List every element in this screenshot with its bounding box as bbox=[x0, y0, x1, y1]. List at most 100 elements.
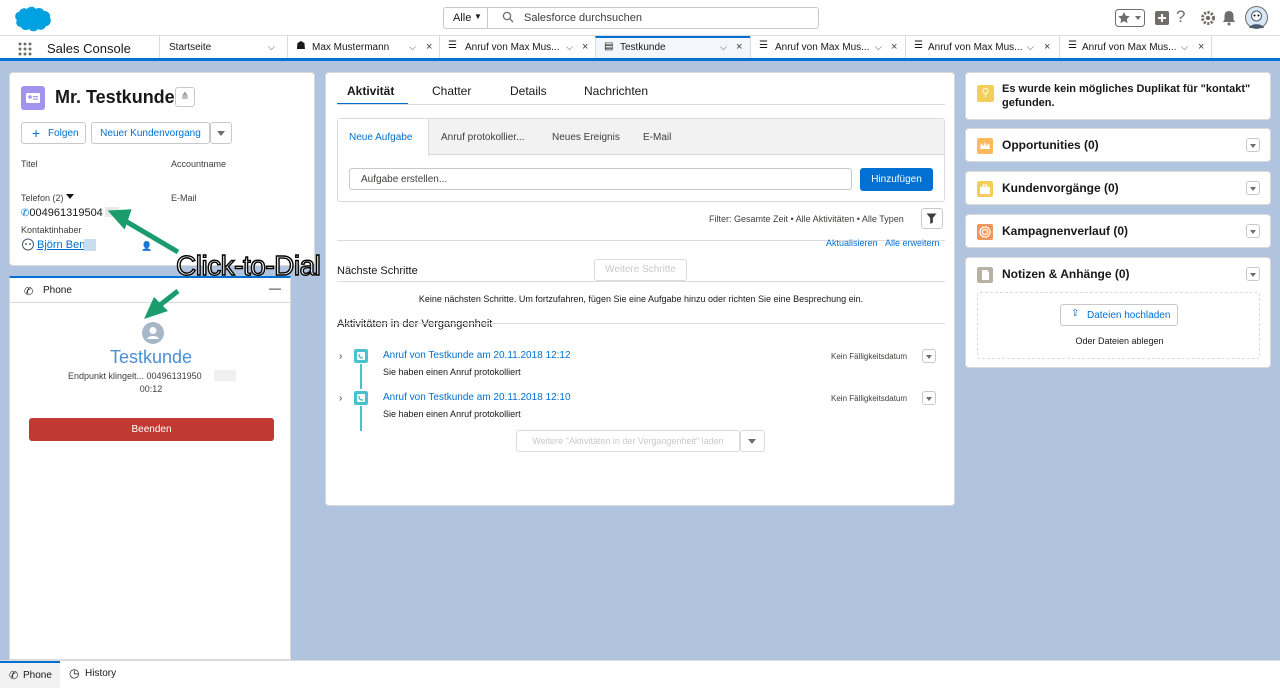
favorites-icon[interactable] bbox=[1115, 9, 1145, 27]
chevron-down-icon[interactable]: ⌵ bbox=[875, 42, 882, 53]
chevron-down-icon[interactable]: ⌵ bbox=[1181, 42, 1188, 53]
close-icon[interactable]: × bbox=[891, 41, 897, 53]
follow-button[interactable]: + Folgen bbox=[21, 122, 86, 144]
tab-anruf-3[interactable]: ☰ Anruf von Max Mus... ⌵ × bbox=[905, 36, 1059, 58]
chevron-down-icon[interactable]: ⌵ bbox=[409, 42, 416, 53]
utility-history[interactable]: ◷ History bbox=[60, 661, 128, 688]
tab-label: Testkunde bbox=[620, 42, 666, 53]
close-icon[interactable]: × bbox=[426, 41, 432, 53]
composer-tab-new-task[interactable]: Neue Aufgabe bbox=[338, 119, 429, 156]
filter-button[interactable] bbox=[921, 208, 943, 229]
call-status: Endpunkt klingelt... 00496131950 bbox=[68, 371, 202, 381]
upload-files-button[interactable]: ⇪ Dateien hochladen bbox=[1060, 304, 1178, 326]
chevron-down-icon[interactable]: ⌵ bbox=[268, 42, 275, 53]
section-menu-button[interactable] bbox=[1246, 267, 1260, 281]
section-menu-button[interactable] bbox=[1246, 224, 1260, 238]
salesforce-logo[interactable] bbox=[10, 5, 52, 33]
composer-tab-log-call[interactable]: Anruf protokollier... bbox=[441, 132, 524, 143]
search-scope-select[interactable]: Alle ▼ bbox=[444, 8, 488, 28]
duplicate-icon: ⚲ bbox=[977, 85, 994, 102]
close-icon[interactable]: × bbox=[1198, 41, 1204, 53]
hierarchy-button[interactable]: ⋔ bbox=[175, 87, 195, 107]
owner-avatar bbox=[21, 238, 35, 251]
utility-phone[interactable]: ✆ Phone bbox=[0, 661, 60, 688]
tab-anruf-4[interactable]: ☰ Anruf von Max Mus... ⌵ × bbox=[1059, 36, 1212, 58]
tab-testkunde[interactable]: ▤ Testkunde ⌵ × bbox=[595, 36, 750, 58]
timeline-line bbox=[360, 364, 362, 389]
close-icon[interactable]: × bbox=[1044, 41, 1050, 53]
task-list-icon: ☰ bbox=[448, 40, 457, 51]
new-case-button[interactable]: Neuer Kundenvorgang bbox=[91, 122, 210, 144]
tab-anruf-2[interactable]: ☰ Anruf von Max Mus... ⌵ × bbox=[750, 36, 905, 58]
global-search[interactable]: Alle ▼ Salesforce durchsuchen bbox=[443, 7, 819, 29]
tab-max-mustermann[interactable]: ☗ Max Mustermann ⌵ × bbox=[287, 36, 439, 58]
main-activity-panel: Aktivität Chatter Details Nachrichten Ne… bbox=[325, 72, 955, 506]
app-name: Sales Console bbox=[47, 41, 131, 56]
next-steps-title: Nächste Schritte bbox=[337, 265, 418, 277]
tab-label: Anruf von Max Mus... bbox=[465, 42, 560, 53]
chevron-right-icon[interactable]: › bbox=[339, 351, 342, 362]
section-title[interactable]: Kampagnenverlauf (0) bbox=[1002, 224, 1128, 238]
related-opportunities: Opportunities (0) bbox=[965, 128, 1271, 162]
tab-label: Anruf von Max Mus... bbox=[928, 42, 1023, 53]
file-drop-zone[interactable]: ⇪ Dateien hochladen Oder Dateien ablegen bbox=[977, 292, 1260, 359]
chevron-down-icon bbox=[748, 439, 756, 444]
chevron-down-icon[interactable]: ⌵ bbox=[1027, 42, 1034, 53]
duplicate-check-card: ⚲ Es wurde kein mögliches Duplikat für "… bbox=[965, 72, 1271, 120]
activity-menu-button[interactable] bbox=[922, 349, 936, 363]
close-icon[interactable]: × bbox=[582, 41, 588, 53]
utility-phone-label: Phone bbox=[23, 670, 52, 681]
tab-messages[interactable]: Nachrichten bbox=[584, 84, 648, 98]
section-title[interactable]: Opportunities (0) bbox=[1002, 138, 1099, 152]
add-icon[interactable] bbox=[1153, 9, 1171, 27]
field-label-phone: Telefon (2) bbox=[21, 193, 64, 203]
tab-startseite[interactable]: Startseite ⌵ bbox=[159, 36, 287, 58]
owner-link[interactable]: Björn Ben bbox=[37, 239, 85, 251]
task-list-icon: ☰ bbox=[914, 40, 923, 51]
help-icon[interactable]: ? bbox=[1176, 7, 1194, 26]
minimize-button[interactable]: — bbox=[269, 281, 281, 295]
close-icon[interactable]: × bbox=[736, 41, 742, 53]
click-to-dial-phone[interactable]: ✆004961319504 bbox=[21, 207, 103, 219]
phone-number[interactable]: 004961319504 bbox=[29, 207, 102, 219]
search-input[interactable]: Salesforce durchsuchen bbox=[524, 12, 642, 24]
load-more-menu-button[interactable] bbox=[740, 430, 765, 452]
tab-chatter[interactable]: Chatter bbox=[432, 84, 471, 98]
redacted-block bbox=[84, 239, 96, 251]
task-input[interactable]: Aufgabe erstellen... bbox=[349, 168, 852, 190]
activity-title[interactable]: Anruf von Testkunde am 20.11.2018 12:12 bbox=[383, 350, 571, 361]
expand-all-link[interactable]: Alle erweitern bbox=[885, 238, 940, 248]
activity-menu-button[interactable] bbox=[922, 391, 936, 405]
tab-anruf-1[interactable]: ☰ Anruf von Max Mus... ⌵ × bbox=[439, 36, 595, 58]
section-title[interactable]: Kundenvorgänge (0) bbox=[1002, 181, 1119, 195]
composer-tab-label: Neue Aufgabe bbox=[349, 132, 413, 143]
phone-icon: ✆ bbox=[9, 670, 19, 682]
end-call-button[interactable]: Beenden bbox=[29, 418, 274, 441]
chevron-right-icon[interactable]: › bbox=[339, 393, 342, 404]
divider bbox=[337, 323, 945, 324]
chevron-down-icon[interactable]: ⌵ bbox=[720, 42, 727, 53]
activity-subtitle: Sie haben einen Anruf protokolliert bbox=[383, 367, 521, 377]
tab-details[interactable]: Details bbox=[510, 84, 547, 98]
bell-icon[interactable] bbox=[1220, 9, 1238, 27]
section-menu-button[interactable] bbox=[1246, 138, 1260, 152]
phone-dropdown-icon[interactable] bbox=[66, 194, 74, 199]
more-actions-button[interactable] bbox=[210, 122, 232, 144]
activity-title[interactable]: Anruf von Testkunde am 20.11.2018 12:10 bbox=[383, 392, 571, 403]
more-steps-button[interactable]: Weitere Schritte bbox=[594, 259, 687, 281]
avatar[interactable] bbox=[1245, 6, 1268, 29]
app-launcher-icon[interactable] bbox=[18, 42, 32, 56]
add-task-button[interactable]: Hinzufügen bbox=[860, 168, 933, 191]
composer-tab-new-event[interactable]: Neues Ereignis bbox=[552, 132, 620, 143]
record-title: Mr. Testkunde bbox=[55, 87, 175, 107]
section-menu-button[interactable] bbox=[1246, 181, 1260, 195]
section-title[interactable]: Notizen & Anhänge (0) bbox=[1002, 267, 1130, 281]
related-cases: Kundenvorgänge (0) bbox=[965, 171, 1271, 205]
composer-tab-email[interactable]: E-Mail bbox=[643, 132, 671, 143]
clock-icon: ◷ bbox=[69, 666, 80, 680]
tab-activity[interactable]: Aktivität bbox=[347, 84, 394, 98]
load-more-button[interactable]: Weitere "Aktivitäten in der Vergangenhei… bbox=[516, 430, 740, 452]
refresh-link[interactable]: Aktualisieren bbox=[826, 238, 878, 248]
gear-icon[interactable] bbox=[1199, 9, 1217, 27]
chevron-down-icon[interactable]: ⌵ bbox=[566, 42, 573, 53]
